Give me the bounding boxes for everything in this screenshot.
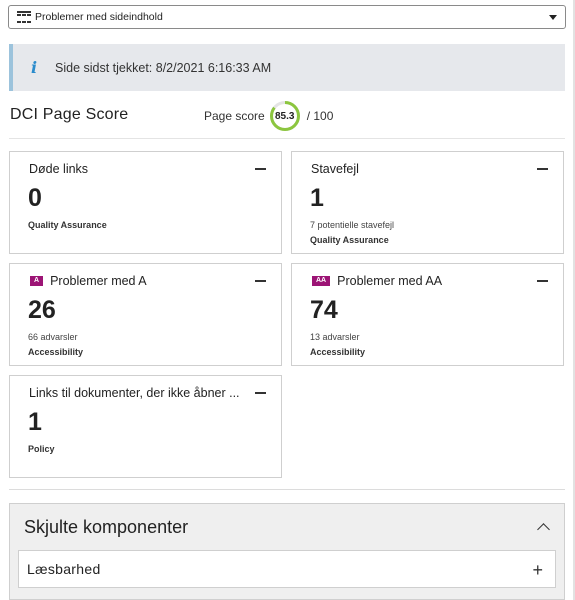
card-title-text: Problemer med AA (337, 274, 443, 288)
collapse-icon[interactable] (255, 280, 266, 282)
card-problems-a[interactable]: A Problemer med A 26 66 advarsler Accessi… (9, 263, 282, 366)
hidden-component-readability[interactable]: Læsbarhed + (18, 550, 556, 588)
card-subtext: 7 potentielle stavefejl (310, 220, 395, 230)
hidden-components-panel: Skjulte komponenter Læsbarhed + (9, 503, 565, 600)
card-value: 26 (28, 296, 56, 324)
page-score-title: DCI Page Score (10, 106, 129, 123)
dropdown-selected-value: Problemer med sideindhold (35, 11, 163, 23)
card-value: 0 (28, 184, 42, 212)
card-category: Accessibility (28, 347, 84, 357)
card-value: 1 (310, 184, 324, 212)
page-score-label: Page score (204, 109, 265, 123)
card-subtext: 66 advarsler (28, 332, 78, 342)
card-title: Døde links (29, 162, 88, 176)
issue-filter-dropdown[interactable]: Problemer med sideindhold (8, 5, 566, 29)
card-title: Stavefejl (311, 162, 359, 176)
card-dead-links[interactable]: Døde links 0 Quality Assurance (9, 151, 282, 254)
card-title: Links til dokumenter, der ikke åbner ... (29, 386, 240, 400)
card-value: 1 (28, 408, 42, 436)
card-category: Quality Assurance (310, 235, 389, 245)
score-value: 85.3 (274, 110, 295, 122)
card-title-text: Stavefejl (311, 162, 359, 176)
card-problems-aa[interactable]: AA Problemer med AA 74 13 advarsler Acces… (291, 263, 564, 366)
card-category: Quality Assurance (28, 220, 107, 230)
page-score: Page score 85.3 / 100 (204, 100, 333, 132)
hidden-components-title[interactable]: Skjulte komponenter (24, 517, 188, 538)
collapse-icon[interactable] (537, 168, 548, 170)
collapse-icon[interactable] (255, 168, 266, 170)
card-title: AA Problemer med AA (311, 274, 442, 288)
card-category: Accessibility (310, 347, 366, 357)
card-title-text: Problemer med A (50, 274, 147, 288)
score-max: / 100 (306, 109, 334, 123)
caret-down-icon[interactable] (549, 14, 557, 20)
card-subtext: 13 advarsler (310, 332, 360, 342)
card-category: Policy (28, 444, 55, 454)
wcag-a-badge: A (30, 276, 44, 286)
card-title-text: Døde links (29, 162, 89, 176)
last-checked-text: Side sidst tjekket: 8/2/2021 6:16:33 AM (55, 60, 272, 75)
card-value: 74 (310, 296, 338, 324)
score-gauge: 85.3 (269, 100, 301, 132)
hidden-component-label: Læsbarhed (27, 561, 101, 577)
chevron-up-icon[interactable] (537, 523, 550, 536)
card-document-links[interactable]: Links til dokumenter, der ikke åbner ...… (9, 375, 282, 478)
divider (9, 489, 565, 490)
plus-icon[interactable]: + (532, 561, 543, 579)
table-icon (17, 11, 31, 23)
card-title-text: Links til dokumenter, der ikke åbner ... (29, 386, 240, 400)
wcag-aa-badge: AA (312, 276, 331, 286)
collapse-icon[interactable] (537, 280, 548, 282)
last-checked-banner: i Side sidst tjekket: 8/2/2021 6:16:33 A… (9, 44, 565, 91)
card-spelling[interactable]: Stavefejl 1 7 potentielle stavefejl Qual… (291, 151, 564, 254)
info-icon: i (30, 58, 38, 77)
divider (9, 138, 565, 139)
collapse-icon[interactable] (255, 392, 266, 394)
card-title: A Problemer med A (29, 274, 147, 288)
